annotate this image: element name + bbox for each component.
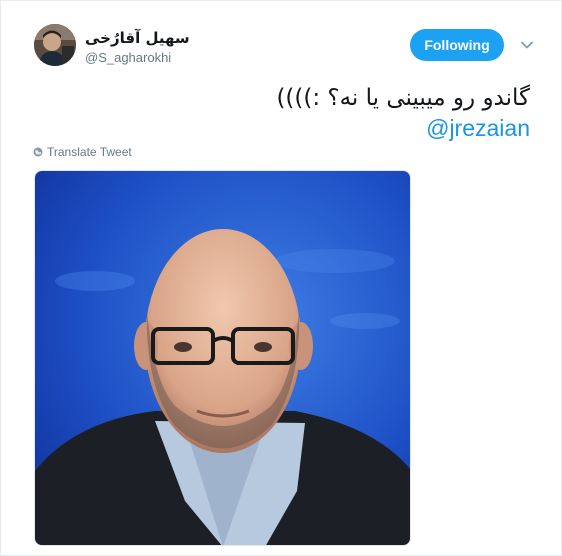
translate-tweet-link[interactable]: Translate Tweet xyxy=(33,145,132,159)
following-button[interactable]: Following xyxy=(410,29,504,61)
tweet-photo[interactable] xyxy=(34,170,411,546)
tweet-text-line: گاندو رو میبینی یا نه؟ :)))) xyxy=(276,85,530,111)
globe-icon xyxy=(33,147,43,157)
chevron-down-icon[interactable] xyxy=(520,38,534,52)
author-display-name[interactable]: سهیل آقارُخی xyxy=(85,29,190,47)
tweet-text: گاندو رو میبینی یا نه؟ :)))) @jrezaian xyxy=(50,83,530,144)
translate-label: Translate Tweet xyxy=(47,145,132,159)
author-handle[interactable]: @S_agharokhi xyxy=(85,50,171,65)
mention-link[interactable]: @jrezaian xyxy=(426,115,530,141)
tweet-card: سهیل آقارُخی @S_agharokhi Following گاند… xyxy=(0,0,562,556)
avatar[interactable] xyxy=(34,24,76,66)
